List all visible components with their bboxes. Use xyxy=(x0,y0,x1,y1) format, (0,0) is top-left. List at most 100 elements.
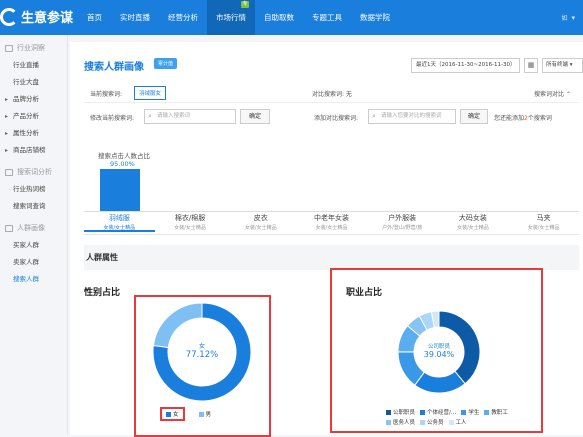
search-icon: ⌕ xyxy=(372,112,376,120)
legend-swatch xyxy=(420,419,426,425)
current-term-tag[interactable]: 羽绒服女 xyxy=(134,86,167,100)
category-tab-sub: 女装/女士精品 xyxy=(315,225,348,231)
nav-item-label: 经营分析 xyxy=(168,13,198,22)
chevron-up-icon: ⌃ xyxy=(565,91,571,98)
sidebar-item[interactable]: 卖家人群 xyxy=(0,254,67,271)
section-icon xyxy=(5,224,13,232)
sidebar: 行业洞察行业直播行业大盘品牌分析产品分析属性分析商品店铺榜搜索词分析行业热词榜搜… xyxy=(0,35,68,435)
sidebar-item[interactable]: 属性分析 xyxy=(0,125,67,142)
add-term-input[interactable]: ⌕ 请输入您要对比的搜索词 xyxy=(368,109,456,124)
legend-label: 女 xyxy=(173,412,179,418)
nav-item-label: 实时直播 xyxy=(120,13,150,22)
nav-item[interactable]: 经营分析 xyxy=(159,0,207,35)
nav-item-label: 专题工具 xyxy=(312,13,342,22)
legend-item[interactable]: 工人 xyxy=(448,418,467,428)
section-header xyxy=(84,245,579,270)
category-tab[interactable]: 户外服装 户外/登山/野营/旅 xyxy=(367,212,438,231)
legend-swatch xyxy=(420,409,426,415)
user-menu[interactable]: 如 ▾ xyxy=(561,0,575,35)
nav-item-label: 首页 xyxy=(87,13,102,22)
legend-item[interactable]: 学生 xyxy=(461,408,479,418)
sidebar-section-title: 人群画像 xyxy=(17,224,45,232)
modify-term-input[interactable]: ⌕ 请输入搜索词 xyxy=(144,109,236,124)
calendar-icon[interactable]: ▦ xyxy=(524,58,538,73)
sidebar-item[interactable]: 品牌分析 xyxy=(0,91,67,108)
sidebar-section: 行业洞察 xyxy=(0,39,67,57)
legend-label: 教职工 xyxy=(491,410,508,416)
gender-center-name: 女 xyxy=(198,343,205,350)
category-tab[interactable]: 羽绒服 女装/女士精品 xyxy=(84,212,155,232)
nav-item[interactable]: 市场行情 专 xyxy=(207,0,255,35)
legend-label: 个体经营/… xyxy=(427,410,457,416)
bar-chart-title: 搜索点击人数占比 xyxy=(98,152,150,160)
gender-center-value: 77.12% xyxy=(185,350,219,360)
sidebar-item[interactable]: 行业直播 xyxy=(0,57,67,74)
current-term-row: 当前搜索词: 羽绒服女 对比搜索词: 无 搜索词对比 ⌃ xyxy=(84,86,579,101)
terminal-select[interactable]: 所有终端 ▾ xyxy=(542,58,583,73)
sidebar-item[interactable]: 买家人群 xyxy=(0,237,67,254)
gender-center-label: 女 77.12% xyxy=(172,341,232,360)
category-tab[interactable]: 马夹女装/女士精品 xyxy=(508,212,579,231)
category-tab-name: 羽绒服 xyxy=(108,214,130,222)
legend-swatch xyxy=(484,409,490,415)
sidebar-item[interactable]: 产品分析 xyxy=(0,108,67,125)
legend-label: 工人 xyxy=(455,420,467,426)
new-badge: 专 xyxy=(241,1,249,8)
category-tab-sub: 女装/女士精品 xyxy=(174,225,206,231)
date-range-select[interactable]: 最近1天（2016-11-30~2016-11-30） xyxy=(411,58,520,73)
section-icon xyxy=(5,44,13,52)
compare-toggle-label: 搜索词对比 xyxy=(534,91,565,98)
category-tab-sub: 户外/登山/野营/旅 xyxy=(382,225,423,231)
legend-label: 公务员 xyxy=(427,420,444,426)
nav-item[interactable]: 自助取数 xyxy=(255,0,303,35)
section-icon xyxy=(5,168,13,176)
compare-term-label: 对比搜索词: 无 xyxy=(312,91,352,98)
main-panel: 搜索人群画像 累计值 最近1天（2016-11-30~2016-11-30） ▦… xyxy=(70,42,583,437)
category-tabs: 羽绒服 女装/女士精品 棉衣/棉服 女装/女士精品 皮衣 女装/女士精品 中老年女装 女装/女… xyxy=(84,212,579,234)
legend-item[interactable]: 公职职员 xyxy=(386,408,415,418)
nav-item[interactable]: 实时直播 xyxy=(111,0,159,35)
search-icon: ⌕ xyxy=(148,112,152,120)
category-tab-name: 马夹 xyxy=(536,214,551,222)
category-tab-sub: 女装/女士精品 xyxy=(527,225,560,231)
sidebar-item[interactable]: 行业热词榜 xyxy=(0,181,67,198)
legend-item[interactable]: 女 xyxy=(160,407,185,421)
nav-item-label: 数据学院 xyxy=(360,13,390,22)
category-tab[interactable]: 棉衣/棉服 女装/女士精品 xyxy=(155,212,226,231)
logo-icon xyxy=(0,7,18,26)
nav-item[interactable]: 首页 xyxy=(78,0,111,35)
job-center-label: 公司职员 39.04% xyxy=(409,342,469,359)
legend-item[interactable]: 医务人员 xyxy=(386,418,415,428)
category-tab[interactable]: 大码女装 女装/女士精品 xyxy=(438,212,509,231)
top-navbar: 生意参谋 首页 实时直播 经营分析 市场行情 专自助取数 专题工具 数据学院 如 ▾ xyxy=(0,0,583,35)
logo[interactable]: 生意参谋 xyxy=(0,7,73,26)
sidebar-item[interactable]: 商品店铺榜 xyxy=(0,142,67,159)
modify-term-placeholder: 请输入搜索词 xyxy=(157,113,191,119)
legend-swatch xyxy=(386,419,391,425)
sidebar-item[interactable]: 行业大盘 xyxy=(0,74,67,91)
legend-label: 学生 xyxy=(468,410,480,416)
confirm-button[interactable]: 确定 xyxy=(240,109,270,124)
legend-item[interactable]: 个体经营/… xyxy=(420,408,456,418)
modify-term-row: 修改当前搜索词: ⌕ 请输入搜索词 确定 添加对比搜索词: ⌕ 请输入您要对比的… xyxy=(84,109,579,125)
main-nav: 首页 实时直播 经营分析 市场行情 专自助取数 专题工具 数据学院 xyxy=(78,0,399,35)
category-tab[interactable]: 皮衣 女装/女士精品 xyxy=(225,212,296,231)
category-tab[interactable]: 中老年女装 女装/女士精品 xyxy=(296,212,367,231)
nav-item[interactable]: 数据学院 xyxy=(351,0,399,35)
legend-item[interactable]: 公务员 xyxy=(420,418,444,428)
divider xyxy=(84,102,579,103)
add-term-placeholder: 请输入您要对比的搜索词 xyxy=(381,113,442,119)
category-tab-name: 大码女装 xyxy=(458,214,487,222)
compare-toggle[interactable]: 搜索词对比 ⌃ xyxy=(534,89,571,98)
legend-item[interactable]: 男 xyxy=(198,410,212,418)
confirm-add-button[interactable]: 确定 xyxy=(460,109,488,124)
sidebar-section-title: 搜索词分析 xyxy=(17,168,52,176)
sidebar-item[interactable]: 搜索词查询 xyxy=(0,198,67,215)
legend-label: 男 xyxy=(205,412,212,418)
add-term-label: 添加对比搜索词: xyxy=(314,115,359,122)
sidebar-item[interactable]: 搜索人群 xyxy=(0,271,67,288)
legend-item[interactable]: 教职工 xyxy=(484,408,508,418)
nav-item[interactable]: 专题工具 xyxy=(303,0,351,35)
nav-item-label: 市场行情 xyxy=(216,13,246,22)
section-title: 人群属性 xyxy=(86,253,118,262)
